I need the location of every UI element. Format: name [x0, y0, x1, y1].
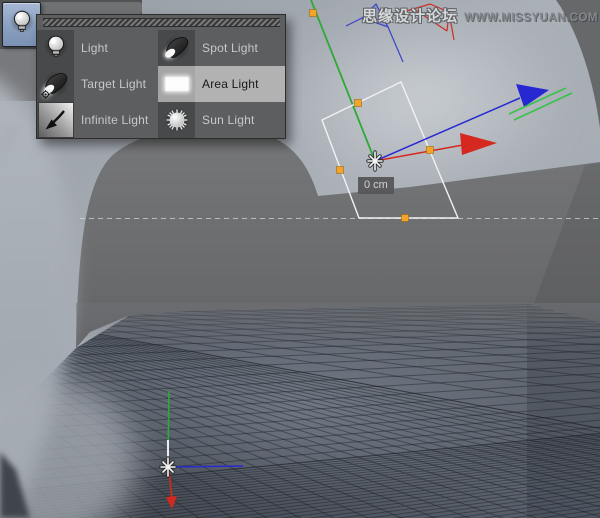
menu-item-infinite-light[interactable]: Infinite Light	[37, 102, 158, 138]
menu-item-light[interactable]: Light	[37, 30, 158, 66]
infinite-light-icon	[37, 102, 74, 138]
target-light-icon	[37, 66, 74, 102]
menu-item-label: Sun Light	[202, 113, 255, 127]
sun-light-icon	[158, 102, 195, 138]
gizmo-handle[interactable]	[309, 9, 317, 17]
menu-item-label: Spot Light	[202, 41, 259, 55]
menu-item-target-light[interactable]: Target Light	[37, 66, 158, 102]
menu-item-area-light[interactable]: Area Light	[158, 66, 285, 102]
area-light-icon	[158, 66, 195, 102]
c4d-viewport-window: Light Target Light Infinite Light Spot L…	[0, 0, 600, 518]
gizmo-handle[interactable]	[426, 146, 434, 154]
origin-star[interactable]	[159, 456, 177, 478]
gizmo-handle[interactable]	[336, 166, 344, 174]
light-flyout-menu: Light Target Light Infinite Light Spot L…	[36, 14, 286, 139]
menu-item-label: Target Light	[81, 77, 147, 91]
axis-z-line[interactable]	[170, 465, 244, 468]
spot-light-icon	[158, 30, 195, 66]
horizon-fade	[76, 303, 600, 347]
menu-items: Light Target Light Infinite Light Spot L…	[37, 30, 285, 138]
light-bulb-icon	[37, 30, 74, 66]
menu-tear-off-grip[interactable]	[43, 18, 280, 27]
light-bulb-icon	[7, 5, 37, 44]
menu-item-sun-light[interactable]: Sun Light	[158, 102, 285, 138]
menu-item-label: Infinite Light	[81, 113, 149, 127]
gizmo-handle[interactable]	[401, 214, 409, 222]
origin-star[interactable]	[366, 150, 384, 172]
gizmo-handle[interactable]	[354, 99, 362, 107]
menu-item-label: Area Light	[202, 77, 259, 91]
menu-item-spot-light[interactable]: Spot Light	[158, 30, 285, 66]
menu-item-label: Light	[81, 41, 109, 55]
